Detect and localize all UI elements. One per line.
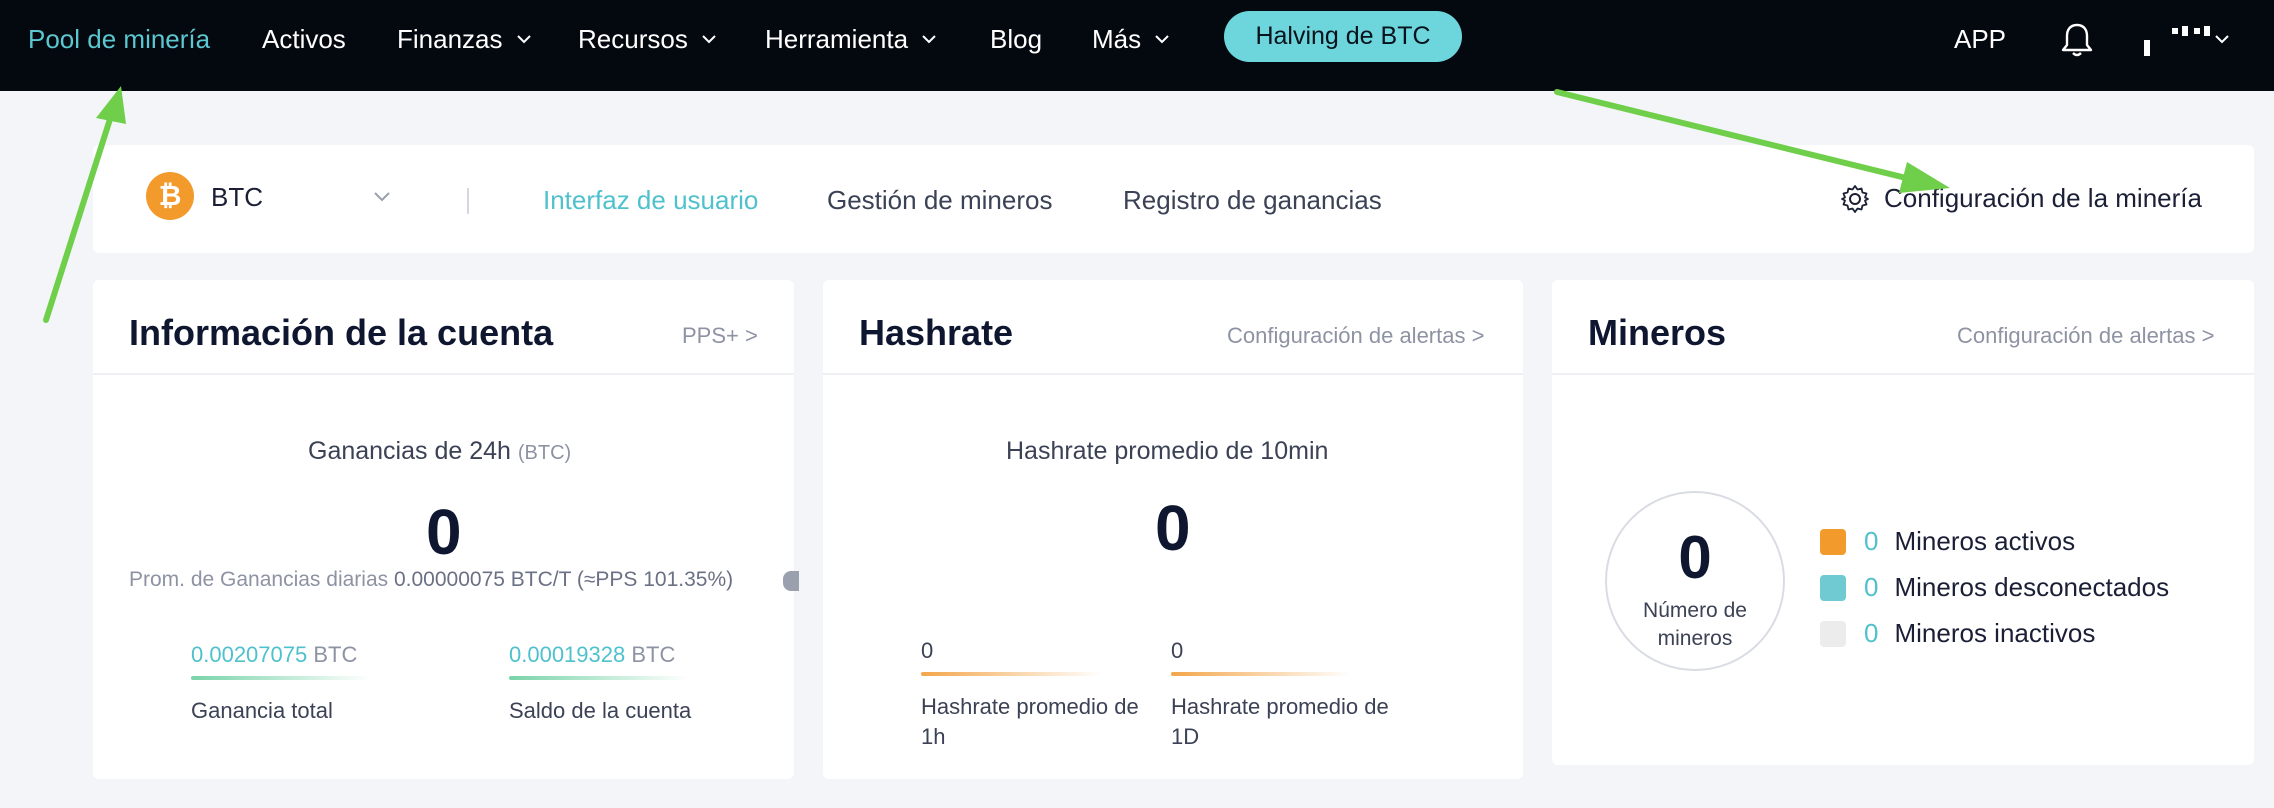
legend-swatch (1820, 574, 1846, 601)
miners-count: 0 (1678, 524, 1712, 591)
hashrate-1h-value: 0 (921, 638, 934, 663)
total-earnings-number: 0.00207075 (191, 642, 308, 667)
legend-count: 0 (1864, 526, 1879, 556)
chevron-down-icon (516, 35, 531, 44)
miners-alerts-link[interactable]: Configuración de alertas > (1957, 323, 2214, 349)
legend-swatch (1820, 528, 1846, 555)
nav-item-recursos[interactable]: Recursos (578, 0, 718, 78)
nav-item-mas[interactable]: Más (1092, 0, 1171, 78)
chevron-down-icon (1155, 35, 1169, 44)
nav-logo-link[interactable]: Pool de minería (28, 0, 210, 78)
total-earnings-unit: BTC (313, 642, 358, 667)
nav-item-finanzas[interactable]: Finanzas (397, 0, 533, 78)
nav-item-herramienta[interactable]: Herramienta (765, 0, 938, 78)
earnings-24h-value: 0 (426, 496, 462, 568)
hashrate-1d-label: Hashrate promedio de 1D (1171, 694, 1389, 749)
earnings-24h-text: Ganancias de 24h (308, 437, 511, 465)
daily-avg-value: 0.00000075 BTC/T (≈PPS 101.35%) (393, 568, 734, 591)
mining-settings-label: Configuración de la minería (1884, 183, 2202, 213)
hashrate-1h-label: Hashrate promedio de 1h (921, 694, 1139, 749)
legend-count: 0 (1864, 572, 1879, 602)
nav-item-label: Blog (990, 23, 1043, 54)
chevron-down-icon[interactable] (372, 189, 392, 205)
daily-avg-earnings: Prom. de Ganancias diarias 0.00000075 BT… (129, 568, 733, 592)
chevron-down-icon (702, 35, 716, 44)
tab-registro-de-ganancias[interactable]: Registro de ganancias (1123, 185, 1382, 216)
nav-item-blog[interactable]: Blog (990, 0, 1042, 78)
tab-gestion-de-mineros[interactable]: Gestión de mineros (827, 185, 1052, 216)
earnings-24h-label: Ganancias de 24h (BTC) (308, 437, 571, 466)
gear-icon (1841, 184, 1869, 213)
pps-plus-link[interactable]: PPS+ > (682, 323, 758, 349)
nav-item-label: Recursos (578, 23, 688, 54)
legend-count: 0 (1864, 618, 1879, 648)
account-balance-label: Saldo de la cuenta (509, 698, 692, 723)
legend-inactive-miners[interactable]: 0 Mineros inactivos (1820, 618, 2095, 649)
legend-swatch (1820, 620, 1846, 647)
miners-count-label: Número de mineros (1643, 599, 1747, 650)
bell-icon[interactable] (2060, 22, 2094, 58)
coin-selector[interactable]: BTC (211, 182, 263, 213)
legend-label: Mineros activos (1894, 526, 2076, 556)
legend-offline-miners[interactable]: 0 Mineros desconectados (1820, 572, 2169, 603)
halving-btc-button[interactable]: Halving de BTC (1224, 11, 1462, 62)
arrow-head-left (96, 86, 126, 124)
top-navigation: Pool de minería Activos Finanzas Recurso… (0, 0, 2274, 91)
total-earnings-bar (191, 676, 371, 680)
hashrate-1d-bar (1171, 672, 1351, 676)
hashrate-10min-label: Hashrate promedio de 10min (1006, 437, 1329, 465)
account-balance-value: 0.00019328 BTC (509, 642, 675, 668)
legend-label: Mineros desconectados (1894, 572, 2170, 602)
hashrate-1d-value: 0 (1171, 638, 1184, 663)
divider (467, 188, 469, 214)
hashrate-1h-bar (921, 672, 1101, 676)
chevron-down-icon (922, 35, 936, 44)
miners-count-circle: 0 Número de mineros (1605, 491, 1785, 671)
nav-item-label: Activos (262, 23, 346, 54)
card-title: Mineros (1588, 312, 1727, 353)
legend-active-miners[interactable]: 0 Mineros activos (1820, 526, 2075, 557)
account-balance-number: 0.00019328 (509, 642, 626, 667)
total-earnings-label: Ganancia total (191, 698, 333, 723)
tab-interfaz-de-usuario[interactable]: Interfaz de usuario (543, 185, 758, 216)
nav-item-label: Finanzas (397, 23, 503, 54)
card-title: Información de la cuenta (129, 312, 554, 353)
hashrate-alerts-link[interactable]: Configuración de alertas > (1227, 323, 1484, 349)
nav-item-label: Más (1092, 23, 1142, 54)
account-balance-bar (509, 676, 689, 680)
total-earnings-value: 0.00207075 BTC (191, 642, 357, 668)
mining-settings-link[interactable]: Configuración de la minería (1840, 183, 2202, 214)
legend-label: Mineros inactivos (1894, 618, 2096, 648)
hashrate-10min-value: 0 (1155, 492, 1191, 564)
bitcoin-icon: ₿ (146, 172, 194, 220)
account-balance-unit: BTC (631, 642, 676, 667)
info-icon[interactable] (783, 571, 799, 591)
nav-item-label: Herramienta (765, 23, 909, 54)
app-link[interactable]: APP (1954, 0, 2006, 78)
nav-item-activos[interactable]: Activos (262, 0, 346, 78)
daily-avg-label: Prom. de Ganancias diarias (129, 568, 389, 591)
account-menu-icon[interactable] (2142, 24, 2232, 58)
earnings-unit: (BTC) (517, 442, 572, 464)
card-title: Hashrate (859, 312, 1014, 353)
